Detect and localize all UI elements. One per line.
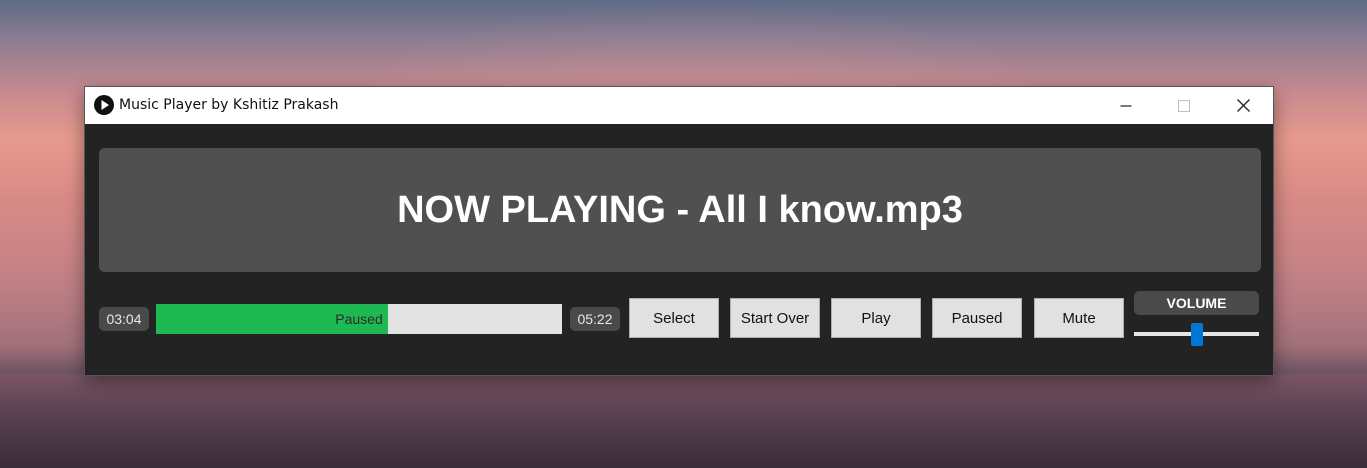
pause-button[interactable]: Paused (932, 298, 1022, 338)
mute-button[interactable]: Mute (1034, 298, 1124, 338)
minimize-icon (1120, 104, 1132, 107)
start-over-button[interactable]: Start Over (730, 298, 820, 338)
play-circle-icon (94, 95, 114, 115)
minimize-button[interactable] (1103, 87, 1149, 124)
maximize-icon (1178, 99, 1190, 112)
play-button[interactable]: Play (831, 298, 921, 338)
volume-label: VOLUME (1134, 291, 1259, 315)
close-button[interactable] (1220, 87, 1266, 124)
total-time: 05:22 (570, 307, 620, 331)
maximize-button[interactable] (1161, 87, 1207, 124)
now-playing-text: NOW PLAYING - All I know.mp3 (397, 188, 963, 231)
window-title: Music Player by Kshitiz Prakash (119, 97, 339, 113)
volume-slider-thumb[interactable] (1191, 323, 1203, 346)
close-icon (1236, 99, 1250, 112)
music-player-window: Music Player by Kshitiz Prakash NOW PLAY… (85, 87, 1273, 375)
progress-status-label: Paused (335, 311, 383, 327)
progress-bar[interactable]: Paused (156, 304, 562, 334)
elapsed-time: 03:04 (99, 307, 149, 331)
desktop-wallpaper-sea (0, 374, 1367, 468)
now-playing-panel: NOW PLAYING - All I know.mp3 (99, 148, 1261, 272)
title-bar[interactable]: Music Player by Kshitiz Prakash (85, 87, 1273, 124)
select-button[interactable]: Select (629, 298, 719, 338)
